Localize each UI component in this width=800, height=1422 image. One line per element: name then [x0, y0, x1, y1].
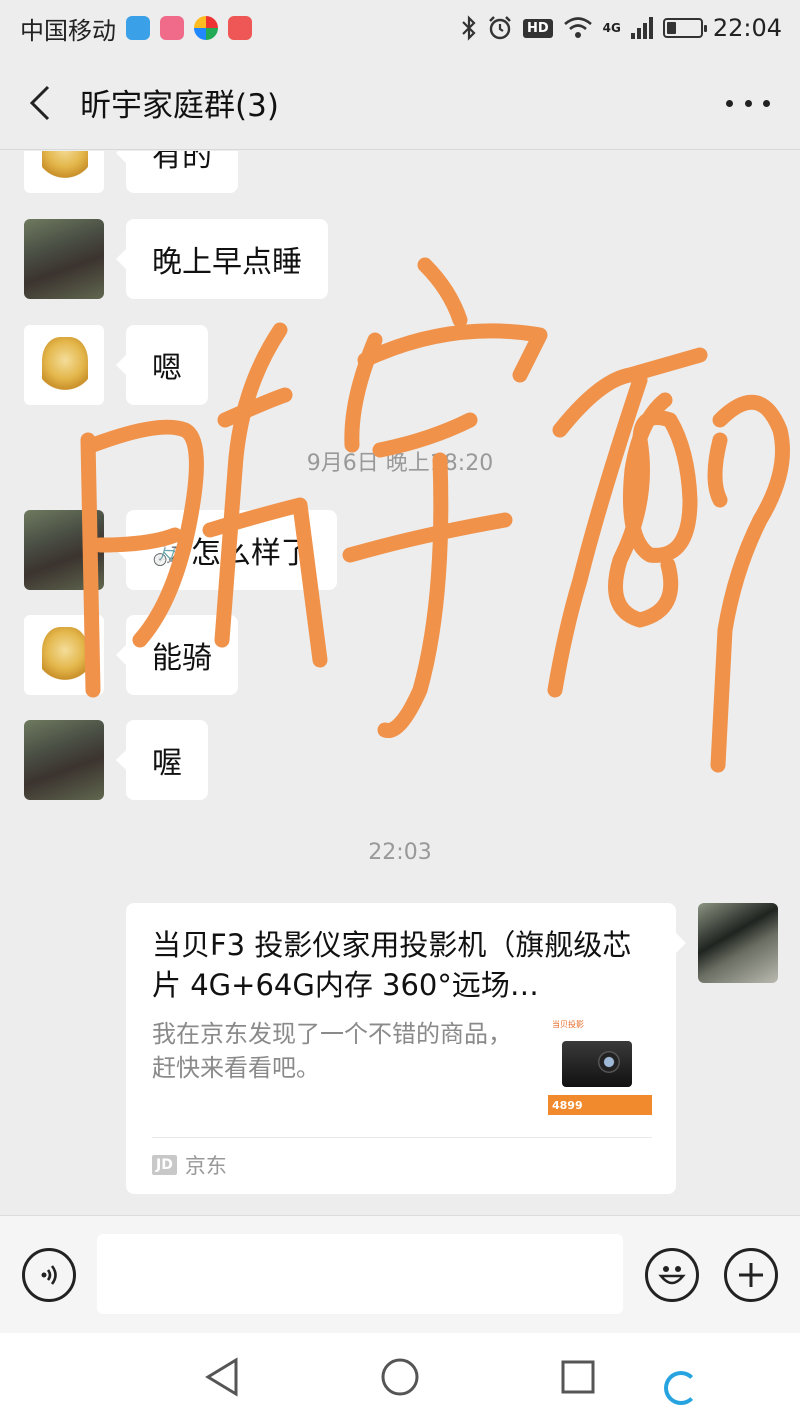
emoji-button[interactable]	[645, 1248, 699, 1302]
square-recents-icon	[561, 1360, 595, 1394]
more-dot-icon	[744, 99, 752, 107]
message-bubble[interactable]: 晚上早点睡	[116, 219, 328, 299]
my-avatar[interactable]	[698, 903, 778, 983]
avatar[interactable]	[24, 219, 104, 299]
back-button[interactable]	[0, 56, 80, 150]
circle-home-icon	[381, 1358, 419, 1396]
message-input[interactable]	[97, 1234, 623, 1314]
baby-app-icon	[160, 16, 184, 40]
smiley-icon	[658, 1266, 686, 1285]
navigation-bar	[0, 1333, 800, 1422]
more-dot-icon	[763, 99, 770, 107]
carrier-label: 中国移动	[20, 16, 116, 45]
thumbnail-brand: 当贝投影	[552, 1020, 584, 1029]
message-row: 晚上早点睡	[24, 219, 328, 299]
message-bubble[interactable]: 嗯	[116, 325, 208, 405]
card-body: 我在京东发现了一个不错的商品，赶快来看看吧。 当贝投影 4899	[152, 1017, 652, 1121]
chevron-left-icon	[29, 85, 50, 120]
more-functions-button[interactable]	[724, 1248, 778, 1302]
message-row: 有的	[24, 151, 238, 193]
message-bubble[interactable]: 能骑	[116, 615, 238, 695]
battery-level-fill	[666, 22, 677, 34]
message-row-self: 当贝F3 投影仪家用投影机（旗舰级芯片 4G+64G内存 360°远场… 我在京…	[126, 903, 778, 1194]
wifi-icon	[563, 17, 592, 38]
plus-icon	[739, 1263, 763, 1287]
message-bubble[interactable]: 🚲 怎么样了	[116, 510, 337, 590]
card-description: 我在京东发现了一个不错的商品，赶快来看看吧。	[152, 1020, 512, 1082]
nav-home-button[interactable]	[378, 1355, 422, 1399]
more-options-button[interactable]	[726, 86, 770, 120]
camera-app-icon	[194, 16, 218, 40]
thumbnail-price: 4899	[548, 1095, 652, 1115]
status-left: 中国移动	[20, 11, 252, 46]
avatar[interactable]	[24, 325, 104, 405]
bicycle-emoji-icon: 🚲	[152, 533, 187, 567]
product-thumbnail: 当贝投影 4899	[548, 1017, 652, 1121]
hd-icon: HD	[522, 18, 553, 38]
projector-image	[562, 1041, 632, 1087]
chat-title: 昕宇家庭群(3)	[80, 88, 279, 124]
avatar[interactable]	[24, 151, 104, 193]
card-footer: JD 京东	[152, 1137, 652, 1180]
message-row: 🚲 怎么样了	[24, 510, 337, 590]
timestamp: 22:03	[368, 840, 432, 865]
clock: 22:04	[712, 14, 782, 42]
network-type-label: 4G	[602, 21, 621, 35]
shield-app-icon	[126, 16, 150, 40]
message-row: 喔	[24, 720, 208, 800]
assistant-icon[interactable]	[664, 1371, 698, 1405]
card-title: 当贝F3 投影仪家用投影机（旗舰级芯片 4G+64G内存 360°远场…	[152, 928, 632, 1002]
message-row: 嗯	[24, 325, 208, 405]
message-bubble[interactable]: 有的	[116, 151, 238, 193]
nav-back-button[interactable]	[200, 1355, 244, 1399]
alarm-icon	[489, 16, 511, 40]
timestamp: 9月6日 晚上18:20	[306, 451, 494, 476]
signal-icon	[630, 17, 653, 39]
avatar[interactable]	[24, 510, 104, 590]
voice-icon	[41, 1265, 57, 1285]
avatar[interactable]	[24, 720, 104, 800]
triangle-back-icon	[205, 1357, 238, 1397]
message-text: 怎么样了	[190, 536, 311, 571]
shared-product-card[interactable]: 当贝F3 投影仪家用投影机（旗舰级芯片 4G+64G内存 360°远场… 我在京…	[126, 903, 686, 1194]
avatar[interactable]	[24, 615, 104, 695]
bluetooth-icon	[462, 15, 476, 41]
status-bar: 中国移动 HD 4G 22:04	[0, 0, 800, 56]
more-dot-icon	[726, 99, 733, 107]
card-source: 京东	[184, 1154, 227, 1178]
gift-app-icon	[228, 16, 252, 40]
status-right: HD 4G 22:04	[461, 14, 782, 42]
projector-lens	[598, 1051, 620, 1073]
chat-header: 昕宇家庭群(3)	[0, 56, 800, 150]
message-row: 能骑	[24, 615, 238, 695]
message-bubble[interactable]: 喔	[116, 720, 208, 800]
battery-icon	[662, 18, 707, 38]
jd-logo-icon: JD	[152, 1155, 177, 1175]
input-bar	[0, 1215, 800, 1333]
voice-input-button[interactable]	[22, 1248, 76, 1302]
nav-recents-button[interactable]	[556, 1355, 600, 1399]
chat-area[interactable]: 有的 晚上早点睡 嗯 9月6日 晚上18:20 🚲 怎么样了 能骑 喔 22:0…	[0, 151, 800, 1215]
